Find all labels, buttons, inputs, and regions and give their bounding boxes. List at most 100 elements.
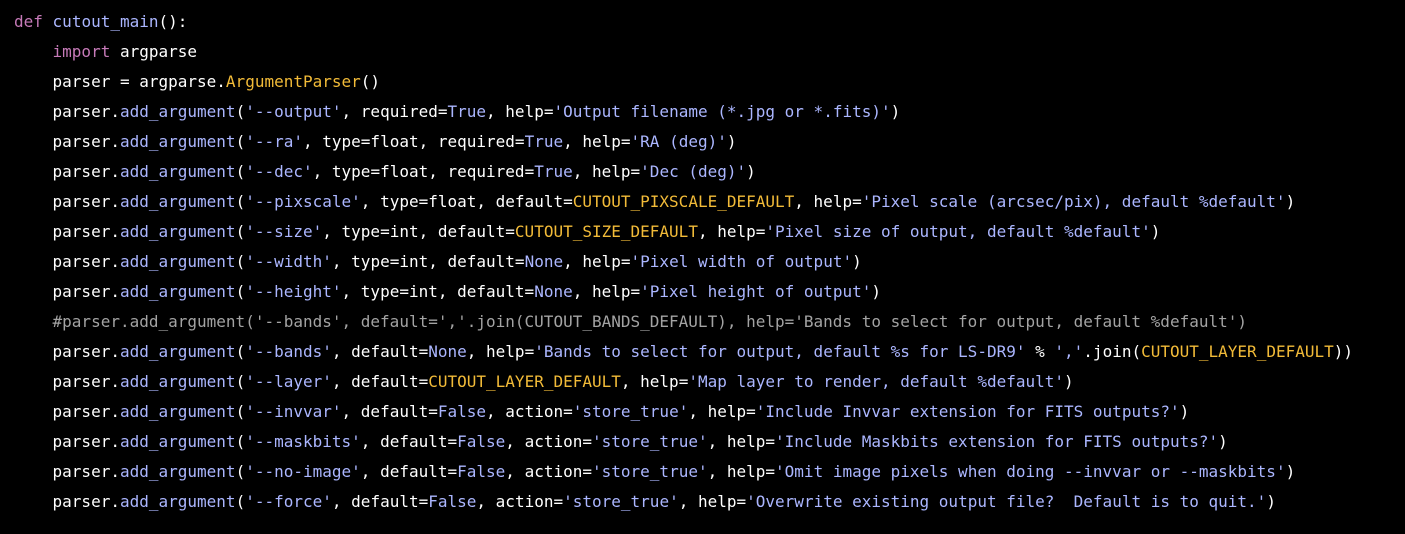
code-token-plain: ) <box>1218 432 1228 451</box>
code-token-builtin: True <box>524 132 564 151</box>
code-line[interactable]: parser.add_argument('--ra', type=float, … <box>14 127 1405 157</box>
code-line[interactable]: parser.add_argument('--maskbits', defaul… <box>14 427 1405 457</box>
code-line[interactable]: parser.add_argument('--layer', default=C… <box>14 367 1405 397</box>
code-token-string: 'Pixel size of output, default %default' <box>765 222 1151 241</box>
code-token-plain: , type=float, default= <box>360 192 573 211</box>
code-line[interactable]: parser.add_argument('--pixscale', type=f… <box>14 187 1405 217</box>
code-token-plain: ) <box>1150 222 1161 241</box>
code-line[interactable]: parser.add_argument('--output', required… <box>14 97 1405 127</box>
code-line[interactable]: parser.add_argument('--height', type=int… <box>14 277 1405 307</box>
code-token-string: 'store_true' <box>572 402 689 421</box>
code-token-attr: add_argument <box>119 192 236 211</box>
code-token-plain: , type=int, default= <box>341 282 535 301</box>
code-line[interactable]: parser.add_argument('--force', default=F… <box>14 487 1405 517</box>
code-token-plain: ) <box>726 132 737 151</box>
code-token-plain: ) <box>1285 462 1296 481</box>
code-token-func: cutout_main <box>52 12 159 31</box>
code-line[interactable]: parser = argparse.ArgumentParser() <box>14 67 1405 97</box>
code-token-string: '--invvar' <box>245 402 342 421</box>
code-line[interactable]: parser.add_argument('--no-image', defaul… <box>14 457 1405 487</box>
code-token-plain: , help= <box>794 192 862 211</box>
code-token-plain: ( <box>235 192 246 211</box>
code-token-string: 'Overwrite existing output file? Default… <box>746 492 1267 511</box>
code-token-attr: add_argument <box>119 372 236 391</box>
code-line[interactable]: import argparse <box>14 37 1405 67</box>
code-token-plain: (): <box>158 12 188 31</box>
code-line[interactable]: def cutout_main(): <box>14 7 1405 37</box>
code-token-string: '--height' <box>245 282 342 301</box>
code-token-plain: argparse <box>110 42 198 61</box>
code-token-plain: ( <box>235 432 246 451</box>
code-token-plain: , type=int, default= <box>322 222 515 241</box>
code-token-attr: add_argument <box>119 342 236 361</box>
code-token-plain: ) <box>871 282 881 301</box>
code-token-plain: ) <box>1179 402 1190 421</box>
code-token-plain: , action= <box>505 432 592 451</box>
code-token-plain: ( <box>235 162 246 181</box>
code-token-attr: add_argument <box>119 222 236 241</box>
code-token-string: '--force' <box>245 492 332 511</box>
code-token-plain: , help= <box>466 342 535 361</box>
code-token-keyword: import <box>52 42 111 61</box>
code-token-keyword: def <box>14 12 43 31</box>
code-token-builtin: True <box>447 102 487 121</box>
code-token-string: '--width' <box>245 252 332 271</box>
code-token-attr: add_argument <box>119 432 236 451</box>
code-token-attr: add_argument <box>119 282 236 301</box>
code-token-class: ArgumentParser <box>225 72 361 91</box>
code-line[interactable]: parser.add_argument('--size', type=int, … <box>14 217 1405 247</box>
code-token-plain: , help= <box>707 432 776 451</box>
code-token-plain: , default= <box>331 342 429 361</box>
code-token-attr: add_argument <box>119 162 236 181</box>
code-line[interactable]: parser.add_argument('--bands', default=N… <box>14 337 1405 367</box>
code-token-plain: parser. <box>52 402 120 421</box>
code-token-plain: , required= <box>341 102 448 121</box>
code-token-plain: , help= <box>563 132 631 151</box>
code-token-builtin: False <box>437 402 487 421</box>
code-token-string: 'store_true' <box>563 492 679 511</box>
code-token-attr: add_argument <box>119 102 236 121</box>
code-token-plain: () <box>360 72 381 91</box>
code-line[interactable]: parser.add_argument('--dec', type=float,… <box>14 157 1405 187</box>
code-line[interactable]: parser.add_argument('--invvar', default=… <box>14 397 1405 427</box>
code-token-builtin: None <box>534 282 573 301</box>
code-token-attr: add_argument <box>119 402 236 421</box>
code-token-string: 'Omit image pixels when doing --invvar o… <box>775 462 1286 481</box>
code-token-string: '--no-image' <box>245 462 361 481</box>
code-token-plain: % <box>1025 342 1055 361</box>
code-token-plain: ( <box>235 342 246 361</box>
code-token-plain: , action= <box>476 492 564 511</box>
code-token-constant: CUTOUT_SIZE_DEFAULT <box>514 222 698 241</box>
code-lines: def cutout_main(): import argparse parse… <box>14 7 1405 517</box>
code-line[interactable]: parser.add_argument('--width', type=int,… <box>14 247 1405 277</box>
code-token-plain: parser. <box>52 132 120 151</box>
code-token-plain: , default= <box>341 402 438 421</box>
code-token-constant: CUTOUT_LAYER_DEFAULT <box>428 372 621 391</box>
code-token-plain: , help= <box>707 462 776 481</box>
code-token-plain: , help= <box>620 372 689 391</box>
code-token-plain: ( <box>235 132 246 151</box>
code-token-constant: CUTOUT_LAYER_DEFAULT <box>1141 342 1334 361</box>
code-token-plain: , default= <box>331 492 429 511</box>
code-token-string: 'Output filename (*.jpg or *.fits)' <box>553 102 891 121</box>
code-token-plain: , help= <box>572 162 641 181</box>
code-token-plain: ) <box>1266 492 1276 511</box>
code-token-plain: parser = argparse. <box>52 72 226 91</box>
code-token-plain: parser. <box>52 162 120 181</box>
code-editor[interactable]: def cutout_main(): import argparse parse… <box>0 0 1405 534</box>
code-token-plain: )) <box>1333 342 1354 361</box>
code-token-plain: parser. <box>52 372 120 391</box>
code-token-plain: .join( <box>1083 342 1142 361</box>
code-token-plain: ) <box>746 162 756 181</box>
code-token-builtin: True <box>534 162 573 181</box>
code-token-string: 'Pixel height of output' <box>640 282 872 301</box>
code-token-plain: parser. <box>52 102 120 121</box>
code-line[interactable]: #parser.add_argument('--bands', default=… <box>14 307 1405 337</box>
